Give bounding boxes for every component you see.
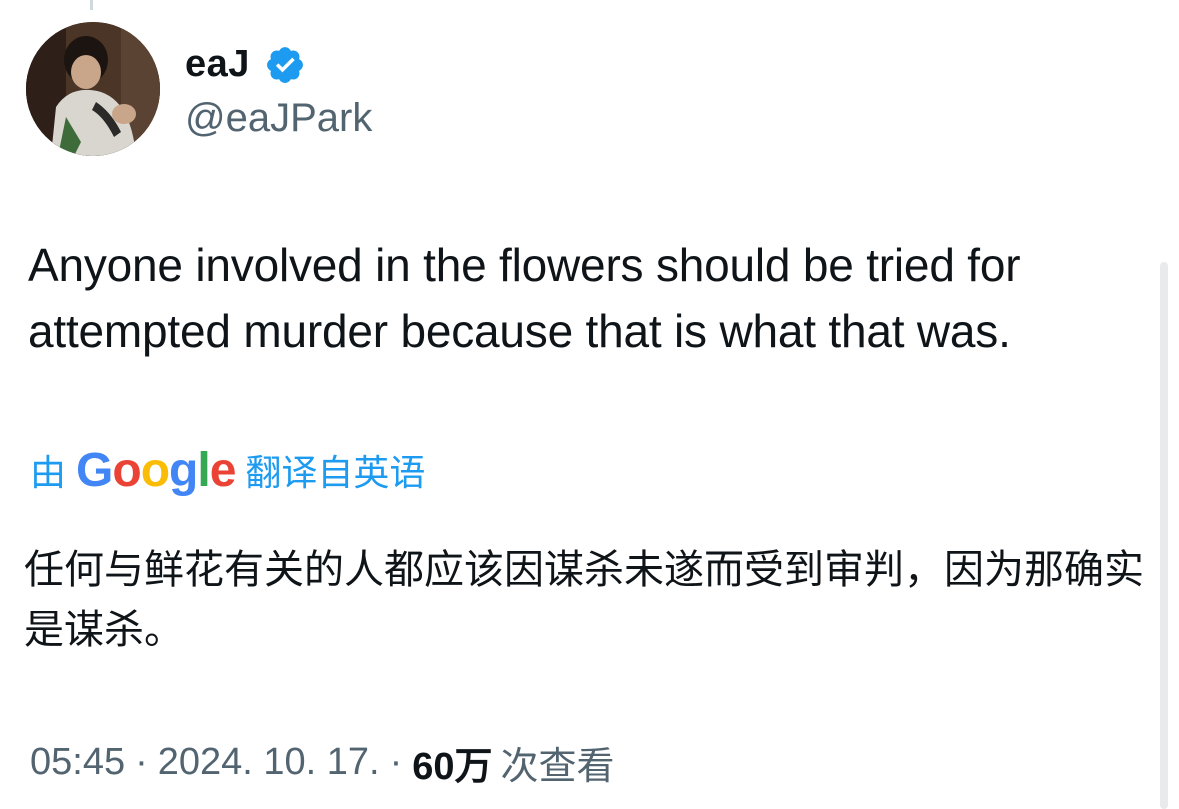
meta-separator: · bbox=[135, 740, 148, 783]
tweet-text: Anyone involved in the flowers should be… bbox=[28, 239, 1021, 357]
tweet-time[interactable]: 05:45 bbox=[30, 741, 125, 784]
views-count[interactable]: 60万 bbox=[412, 735, 492, 790]
translation-attribution[interactable]: 由 Google 翻译自英语 bbox=[30, 440, 425, 500]
tweet-meta: 05:45 · 2024. 10. 17. · 60万 次查看 bbox=[30, 734, 615, 790]
verified-badge-icon bbox=[267, 47, 303, 83]
translation-by-label: 由 bbox=[30, 452, 67, 493]
translation-source-label: 翻译自英语 bbox=[245, 452, 426, 493]
user-handle[interactable]: @eaJPark bbox=[185, 94, 372, 142]
avatar[interactable] bbox=[26, 22, 160, 156]
scrollbar[interactable] bbox=[1160, 262, 1168, 809]
meta-separator: · bbox=[389, 740, 403, 783]
display-name[interactable]: eaJ bbox=[185, 40, 250, 88]
tweet-date[interactable]: 2024. 10. 17. bbox=[158, 741, 380, 784]
thread-connector-line bbox=[90, 0, 93, 10]
translated-text: 任何与鲜花有关的人都应该因谋杀未遂而受到审判，因为那确实是谋杀。 bbox=[24, 548, 1144, 652]
views-label: 次查看 bbox=[500, 745, 615, 788]
google-logo: Google bbox=[76, 443, 236, 497]
